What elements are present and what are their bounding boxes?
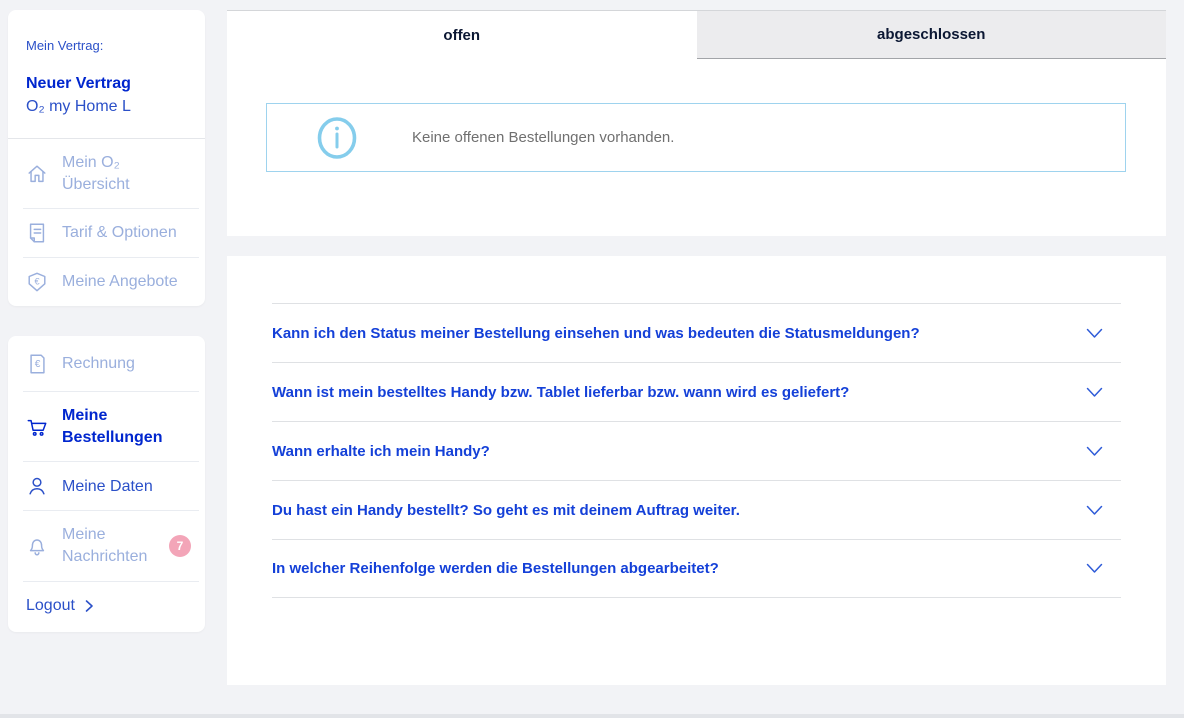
sidebar: Mein Vertrag: Neuer Vertrag O₂ my Home L…	[8, 10, 205, 632]
chevron-down-icon	[1086, 563, 1121, 574]
sidebar-item-label: Rechnung	[62, 355, 135, 373]
user-icon	[26, 475, 48, 497]
faq-item-lieferbar[interactable]: Wann ist mein bestelltes Handy bzw. Tabl…	[272, 362, 1121, 421]
sidebar-item-meine-bestellungen[interactable]: Meine Bestellungen	[8, 392, 205, 461]
tab-offen[interactable]: offen	[227, 11, 697, 59]
tariff-document-icon	[26, 222, 48, 244]
chevron-down-icon	[1086, 328, 1121, 339]
contract-label: Mein Vertrag:	[26, 38, 104, 53]
sidebar-item-meine-angebote[interactable]: € Meine Angebote	[8, 258, 205, 306]
chevron-down-icon	[1086, 446, 1121, 457]
no-orders-message: Keine offenen Bestellungen vorhanden.	[412, 129, 675, 146]
orders-content: offen abgeschlossen Keine offenen Bestel…	[227, 10, 1166, 685]
invoice-icon: €	[26, 353, 48, 375]
contract-plan: O₂ my Home L	[26, 98, 131, 115]
sidebar-card-primary: Mein Vertrag: Neuer Vertrag O₂ my Home L…	[8, 10, 205, 307]
faq-item-erhalte-handy[interactable]: Wann erhalte ich mein Handy?	[272, 421, 1121, 480]
contract-block: Mein Vertrag: Neuer Vertrag O₂ my Home L	[8, 10, 205, 138]
sidebar-item-mein-o2-uebersicht[interactable]: Mein O₂ Übersicht	[8, 139, 205, 208]
faq-item-auftrag-weiter[interactable]: Du hast ein Handy bestellt? So geht es m…	[272, 480, 1121, 539]
chevron-down-icon	[1086, 505, 1121, 516]
faq-question: Kann ich den Status meiner Bestellung ei…	[272, 324, 920, 342]
faq-question: Du hast ein Handy bestellt? So geht es m…	[272, 501, 740, 519]
page-footer-strip	[0, 714, 1184, 718]
faq-item-reihenfolge[interactable]: In welcher Reihenfolge werden die Bestel…	[272, 539, 1121, 598]
faq-question: In welcher Reihenfolge werden die Bestel…	[272, 560, 719, 577]
logout-button[interactable]: Logout	[8, 582, 205, 632]
notification-badge: 7	[169, 534, 191, 557]
sidebar-item-label: Meine Angebote	[62, 273, 178, 291]
tab-abgeschlossen[interactable]: abgeschlossen	[696, 11, 1166, 59]
sidebar-card-secondary: € Rechnung Meine Bestellungen Meine Date…	[8, 336, 205, 632]
sidebar-item-label: Mein O₂ Übersicht	[62, 154, 130, 193]
sidebar-item-meine-daten[interactable]: Meine Daten	[8, 462, 205, 510]
orders-tabs: offen abgeschlossen	[227, 10, 1166, 59]
faq-question: Wann erhalte ich mein Handy?	[272, 442, 490, 460]
logout-label: Logout	[26, 596, 75, 614]
faq-panel: Kann ich den Status meiner Bestellung ei…	[227, 256, 1166, 685]
svg-text:€: €	[34, 276, 39, 286]
chevron-right-icon	[83, 599, 95, 613]
contract-name: Neuer Vertrag	[26, 75, 131, 92]
chevron-down-icon	[1086, 387, 1121, 398]
svg-text:€: €	[34, 359, 40, 370]
faq-item-status[interactable]: Kann ich den Status meiner Bestellung ei…	[272, 303, 1121, 362]
sidebar-item-rechnung[interactable]: € Rechnung	[8, 336, 205, 391]
panel-gap	[227, 236, 1166, 256]
sidebar-item-label: Tarif & Optionen	[62, 224, 177, 242]
sidebar-item-label: Meine Daten	[62, 477, 153, 495]
home-icon	[26, 163, 48, 185]
sidebar-item-meine-nachrichten[interactable]: Meine Nachrichten 7	[8, 511, 205, 580]
info-icon	[316, 116, 358, 159]
sidebar-item-label: Meine Bestellungen	[62, 407, 163, 446]
sidebar-item-tarif-optionen[interactable]: Tarif & Optionen	[8, 209, 205, 257]
sidebar-item-label: Meine Nachrichten	[62, 526, 148, 565]
no-orders-infobox: Keine offenen Bestellungen vorhanden.	[266, 103, 1126, 172]
offer-tag-icon: €	[26, 271, 48, 293]
cart-icon	[26, 416, 48, 438]
open-orders-panel: Keine offenen Bestellungen vorhanden.	[227, 59, 1166, 236]
faq-question: Wann ist mein bestelltes Handy bzw. Tabl…	[272, 383, 850, 401]
bell-icon	[26, 535, 48, 557]
